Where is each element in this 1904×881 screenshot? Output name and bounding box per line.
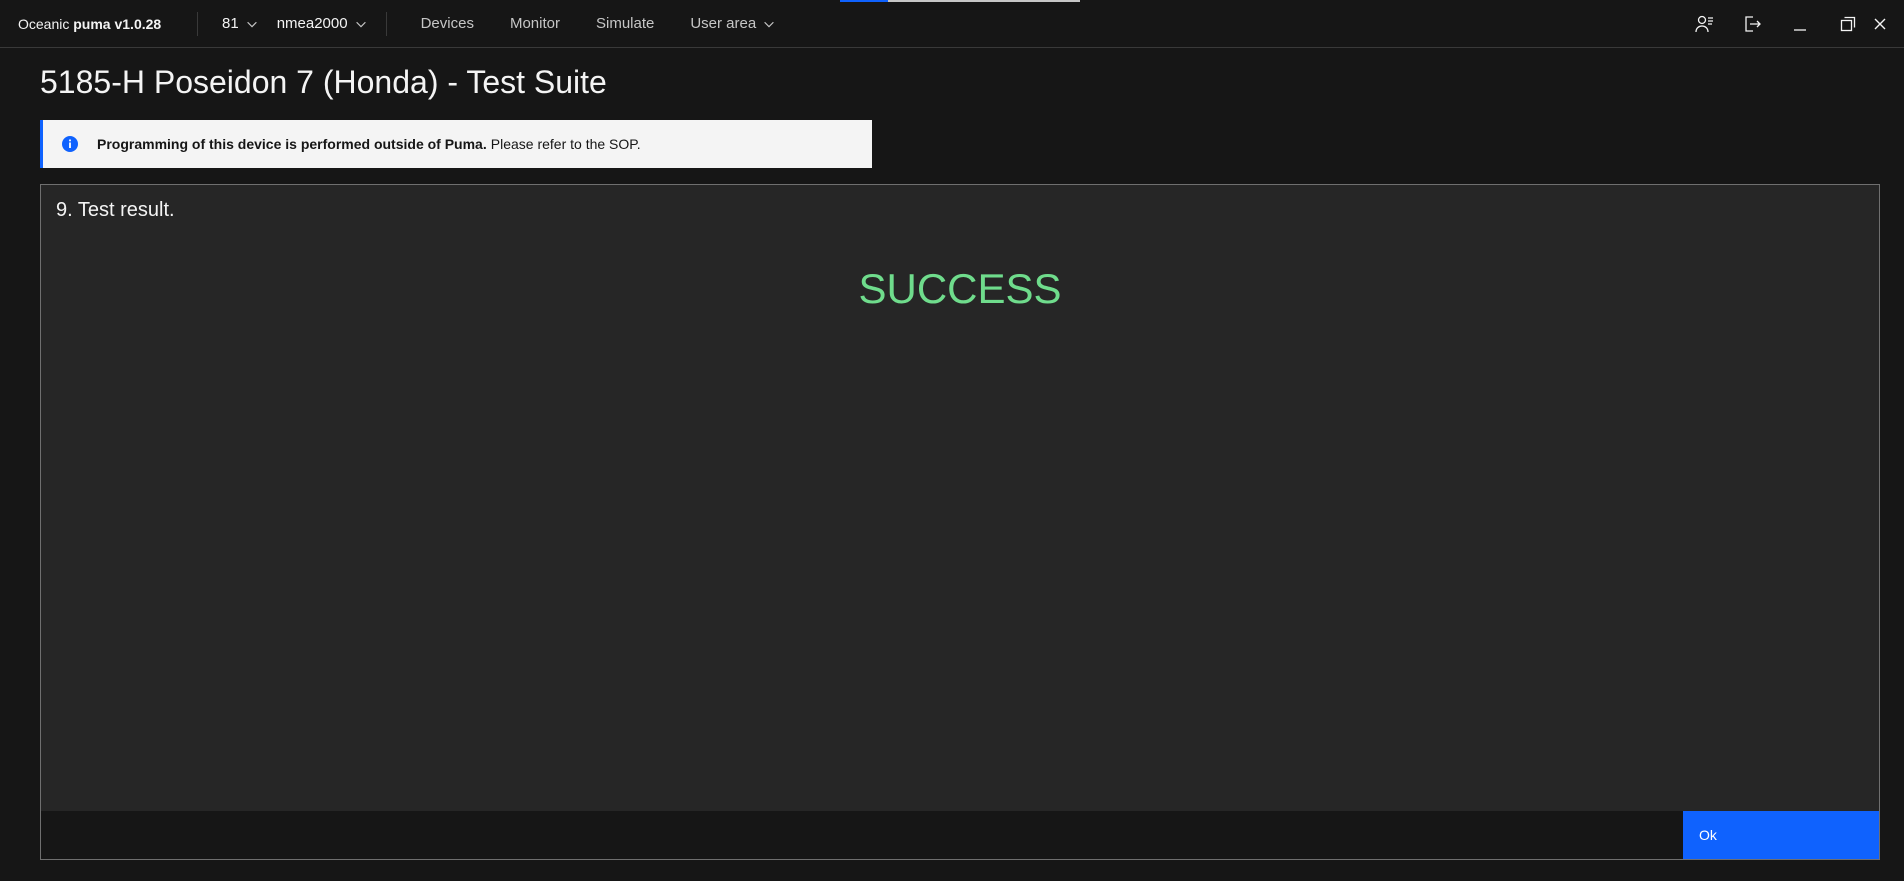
nav-simulate[interactable]: Simulate <box>596 0 654 48</box>
app-title: Oceanic puma v1.0.28 <box>18 15 162 32</box>
restore-icon <box>1840 16 1856 32</box>
restore-button[interactable] <box>1824 0 1872 48</box>
notification-title: Programming of this device is performed … <box>97 136 487 152</box>
user-list-icon <box>1695 15 1713 33</box>
info-icon <box>62 136 78 152</box>
logout-icon <box>1745 16 1761 32</box>
notification-message: Please refer to the SOP. <box>490 136 641 152</box>
protocol-select[interactable]: nmea2000 <box>277 0 368 48</box>
header-divider <box>197 11 198 36</box>
nav-monitor[interactable]: Monitor <box>510 0 560 48</box>
chevron-down-icon <box>764 21 775 27</box>
top-bar: Oceanic puma v1.0.28 81 nmea2000 Devices… <box>0 0 1904 48</box>
panel-footer: Ok <box>41 811 1879 859</box>
device-select[interactable]: 81 <box>222 0 259 48</box>
info-notification: Programming of this device is performed … <box>40 120 872 168</box>
minimize-icon <box>1794 29 1806 31</box>
test-result-status: SUCCESS <box>858 265 1062 312</box>
title-bar-accent <box>840 0 888 2</box>
chevron-down-icon <box>355 21 366 27</box>
ok-button[interactable]: Ok <box>1683 811 1879 859</box>
close-icon <box>1874 18 1886 30</box>
header-divider <box>385 11 387 36</box>
title-bar-drag-region[interactable] <box>888 0 1080 2</box>
logout-button[interactable] <box>1728 0 1776 48</box>
user-list-button[interactable] <box>1680 0 1728 48</box>
step-label: 9. Test result. <box>56 199 175 221</box>
nav-user-area[interactable]: User area <box>690 0 776 48</box>
nav-devices[interactable]: Devices <box>421 0 474 48</box>
close-button[interactable] <box>1872 0 1904 48</box>
minimize-button[interactable] <box>1776 0 1824 48</box>
chevron-down-icon <box>246 21 257 27</box>
page-title: 5185-H Poseidon 7 (Honda) - Test Suite <box>40 64 607 100</box>
test-step-panel: 9. Test result. SUCCESS Ok <box>40 184 1880 860</box>
window-controls <box>1680 0 1904 48</box>
